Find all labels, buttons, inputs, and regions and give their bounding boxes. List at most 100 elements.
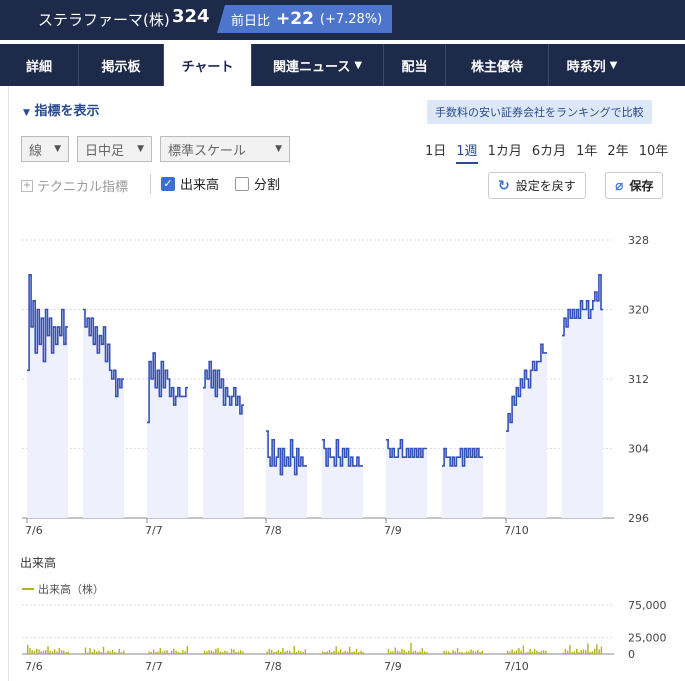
volume-bar xyxy=(545,650,547,654)
volume-tick-label: 25,000 xyxy=(628,632,667,645)
volume-bar xyxy=(161,651,164,654)
volume-bar xyxy=(600,646,603,654)
volume-bar xyxy=(226,651,228,654)
volume-bar xyxy=(295,652,298,654)
volume-legend-label: 出来高（株） xyxy=(38,582,104,596)
volume-bar xyxy=(390,651,392,654)
volume-bar xyxy=(591,651,594,654)
volume-bar xyxy=(107,650,109,654)
volume-bar xyxy=(520,650,522,654)
volume-bar xyxy=(340,649,342,654)
volume-bar xyxy=(87,652,89,654)
volume-bar xyxy=(477,650,479,654)
volume-bar xyxy=(596,644,598,654)
volume-x-tick-label: 7/8 xyxy=(264,660,282,673)
volume-bar xyxy=(114,652,116,654)
volume-bar xyxy=(51,651,54,654)
volume-bar xyxy=(569,644,571,654)
volume-bar xyxy=(210,650,213,654)
volume-bar xyxy=(36,648,38,654)
volume-bar xyxy=(450,652,452,654)
volume-bar xyxy=(173,648,175,654)
volume-bar xyxy=(237,652,240,654)
y-tick-label: 304 xyxy=(628,443,649,456)
volume-bar xyxy=(524,652,527,654)
volume-bar xyxy=(184,651,186,654)
volume-bar xyxy=(322,651,324,654)
volume-bar xyxy=(102,646,105,654)
volume-bar xyxy=(344,650,346,654)
volume-bar xyxy=(233,649,235,654)
x-tick-label: 7/9 xyxy=(384,524,402,537)
volume-bar xyxy=(291,652,293,654)
volume-bar xyxy=(54,649,56,654)
volume-bar xyxy=(293,646,295,654)
volume-bar xyxy=(239,650,242,654)
volume-bar xyxy=(562,652,564,654)
volume-bar xyxy=(452,650,454,654)
x-tick-label: 7/8 xyxy=(264,524,282,537)
volume-x-tick-label: 7/7 xyxy=(145,660,163,673)
volume-bar xyxy=(587,643,589,654)
volume-bar xyxy=(589,652,591,654)
volume-bar xyxy=(179,652,182,654)
volume-bar xyxy=(459,652,461,654)
volume-bar xyxy=(109,651,111,654)
volume-bar xyxy=(268,648,271,654)
volume-bar xyxy=(175,650,177,654)
volume-x-tick-label: 7/9 xyxy=(384,660,402,673)
volume-bar xyxy=(335,646,337,654)
volume-bar xyxy=(479,652,481,654)
volume-bar xyxy=(580,650,582,654)
volume-bar xyxy=(123,650,125,654)
volume-bar xyxy=(105,652,107,654)
volume-bar xyxy=(401,648,403,654)
volume-bar xyxy=(203,650,206,654)
volume-bar xyxy=(542,650,545,654)
volume-bar xyxy=(235,652,237,654)
price-line xyxy=(386,439,427,458)
volume-bar xyxy=(266,651,268,654)
volume-bar xyxy=(412,651,414,654)
volume-bar xyxy=(351,652,353,654)
volume-bar xyxy=(536,650,538,654)
volume-bar xyxy=(533,648,536,654)
volume-bar xyxy=(280,652,282,654)
volume-bar xyxy=(515,650,518,654)
volume-bar xyxy=(206,651,208,654)
chart-canvas: 296 304 312 320 328 7/6 7/7 7/8 7/9 7/10 出来高出来高（株… xyxy=(20,234,667,673)
volume-tick-label: 0 xyxy=(628,648,635,661)
volume-bar xyxy=(91,652,93,654)
volume-bar xyxy=(164,650,166,654)
volume-bar xyxy=(571,652,573,654)
x-tick-label: 7/10 xyxy=(504,524,529,537)
volume-bar xyxy=(93,649,96,654)
volume-bar xyxy=(396,650,399,654)
volume-bar xyxy=(419,651,421,654)
volume-bar xyxy=(152,649,155,654)
volume-bar xyxy=(84,647,87,654)
volume-bar xyxy=(304,649,307,654)
volume-bar xyxy=(100,652,102,654)
volume-bar xyxy=(421,648,423,654)
volume-title: 出来高 xyxy=(20,555,56,570)
volume-bar xyxy=(326,651,328,654)
volume-bar xyxy=(470,649,472,654)
volume-bar xyxy=(89,648,91,654)
volume-bar xyxy=(564,648,567,654)
volume-bar xyxy=(598,649,600,654)
volume-bar xyxy=(594,648,596,654)
volume-bar xyxy=(582,649,585,654)
volume-bar xyxy=(333,650,335,654)
volume-bar xyxy=(31,650,33,654)
volume-bar xyxy=(353,651,355,654)
volume-bar xyxy=(170,650,173,654)
volume-bar xyxy=(177,652,179,654)
volume-bar xyxy=(472,650,474,654)
volume-bar xyxy=(277,650,280,654)
volume-bar xyxy=(443,650,445,654)
volume-bar xyxy=(573,651,576,654)
volume-bar xyxy=(417,652,419,654)
y-tick-label: 296 xyxy=(628,512,649,525)
volume-bar xyxy=(47,646,49,654)
